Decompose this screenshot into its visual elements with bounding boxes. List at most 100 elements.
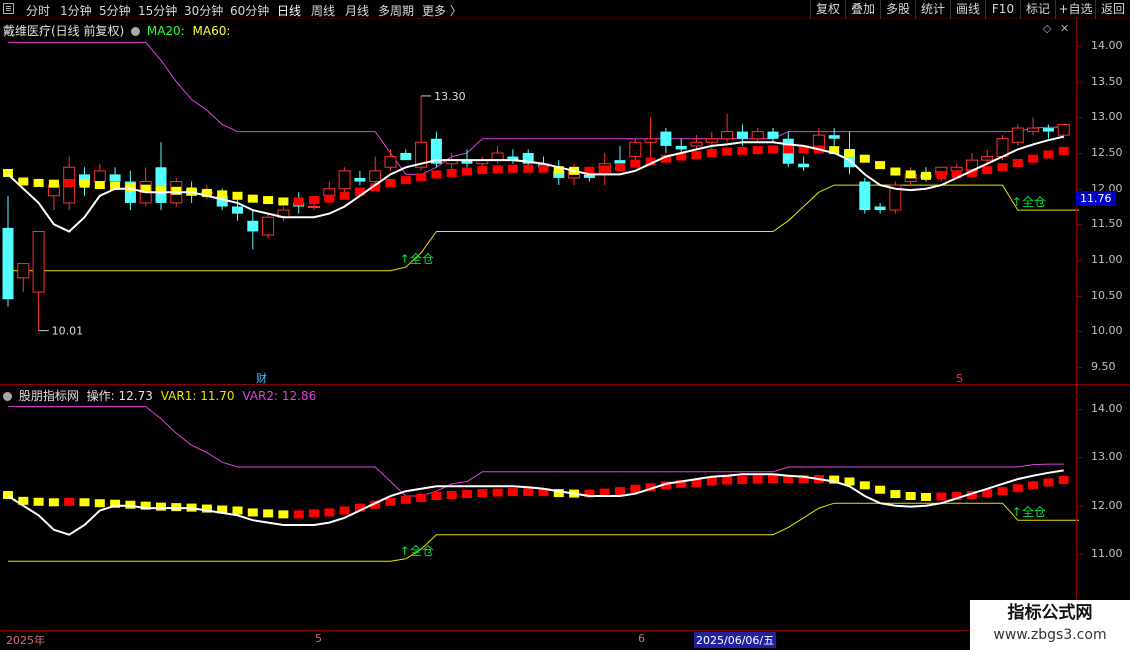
tick-mark [1077, 81, 1082, 83]
ma-block [523, 164, 534, 173]
indicator-chart-layer: ↑全仓 ↑全仓 [3, 406, 1079, 562]
ma-block [477, 166, 488, 175]
ma-block [431, 492, 442, 500]
candle-body [384, 156, 397, 168]
price-tick: 11.00 [1091, 253, 1123, 266]
ma-block [232, 191, 243, 200]
ma-block [324, 508, 335, 517]
ma-block [706, 149, 717, 157]
candle-body [798, 163, 810, 168]
ma-block [1028, 154, 1039, 163]
ma-block [722, 147, 733, 156]
finance-marker: 财 [256, 371, 267, 385]
ma-block [339, 191, 350, 200]
ma-block [64, 497, 75, 506]
ma-block [400, 495, 411, 504]
candle-body [2, 227, 14, 300]
indicator-tick: 13.00 [1091, 450, 1123, 464]
candle-body [232, 206, 243, 214]
ma-block [48, 179, 59, 188]
ma-block [339, 506, 350, 515]
date-axis: 2025年 5 6 2025/06/06/五 [0, 630, 1130, 650]
ma-block [507, 164, 518, 173]
ma-block [48, 498, 59, 507]
ma-block [293, 510, 304, 519]
tick-mark [1077, 188, 1082, 190]
ma-block [737, 146, 748, 155]
main-chart-layer: ↑全仓 ↑全仓 13.30 10.01 财 S [2, 41, 1079, 385]
ma-block [982, 166, 993, 175]
ma-block [232, 506, 243, 515]
ma-block [752, 475, 763, 484]
current-price-tag: 11.76 [1076, 191, 1116, 206]
price-tick: 10.00 [1091, 324, 1123, 338]
ma-block [890, 167, 901, 176]
ma-block [446, 491, 457, 500]
ma-block [599, 165, 610, 174]
buy-signal-label: ↑全仓 [1012, 194, 1046, 209]
candle-body [369, 170, 382, 183]
ma-block [615, 487, 625, 496]
candle-body [354, 177, 366, 182]
ma-block [875, 161, 886, 170]
candle-body [308, 206, 320, 208]
var1-line [8, 184, 1079, 272]
ma-block [538, 164, 549, 173]
tick-mark [1077, 331, 1082, 333]
tick-mark [1077, 260, 1082, 261]
ma-block [431, 170, 442, 179]
ma-block [921, 171, 931, 180]
ma-block [737, 476, 748, 485]
candle-body [247, 220, 259, 232]
ma-block [79, 179, 90, 188]
ma-block [1043, 150, 1054, 159]
candle-body [614, 160, 626, 164]
ma-block [33, 178, 44, 187]
ma-block [156, 502, 166, 511]
candle-body [644, 138, 657, 143]
ma-block [997, 163, 1008, 172]
ma-block [783, 145, 794, 154]
price-tick: 9.50 [1091, 360, 1116, 373]
candle-body [675, 145, 687, 150]
candle-body [736, 131, 748, 139]
price-tick: 11.50 [1091, 217, 1123, 231]
candle-body [751, 131, 764, 140]
price-tick: 13.00 [1091, 110, 1123, 124]
tick-mark [1077, 153, 1082, 154]
ma-block [3, 168, 13, 177]
date-label-year: 2025年 [6, 634, 45, 647]
tick-mark [1077, 409, 1082, 410]
tick-mark [1077, 457, 1082, 459]
candle-body [1011, 127, 1024, 143]
ma-block [936, 492, 947, 501]
candle-body [950, 166, 963, 172]
ma-block [844, 149, 855, 157]
ma-block [1058, 146, 1069, 155]
watermark-url: www.zbgs3.com [993, 627, 1107, 643]
price-tick: 12.50 [1091, 146, 1123, 159]
tick-mark [1077, 295, 1082, 297]
candle-body [491, 152, 504, 161]
ma-block [446, 168, 457, 177]
candle-body [155, 167, 167, 203]
ma-block [691, 151, 702, 160]
date-label-june: 6 [638, 632, 645, 645]
ma-block [309, 509, 319, 518]
ma-block [752, 146, 763, 155]
candle-body [690, 141, 703, 147]
ma-block [171, 186, 182, 195]
ma-block [278, 510, 289, 519]
ma-block [462, 167, 472, 176]
ma-block [293, 197, 304, 206]
tick-mark [1077, 367, 1082, 368]
ma-block [859, 481, 870, 490]
candle-body [338, 170, 351, 190]
ma-block [247, 194, 258, 203]
candle-body [262, 216, 275, 236]
buy-signal-label: ↑全仓 [400, 251, 434, 266]
tick-mark [1077, 224, 1082, 226]
chart-canvas[interactable]: ↑全仓 ↑全仓 13.30 10.01 财 S ↑全仓 ↑全仓 [0, 0, 1130, 650]
buy-signal-label: ↑全仓 [400, 543, 434, 558]
ma-block [324, 194, 335, 203]
